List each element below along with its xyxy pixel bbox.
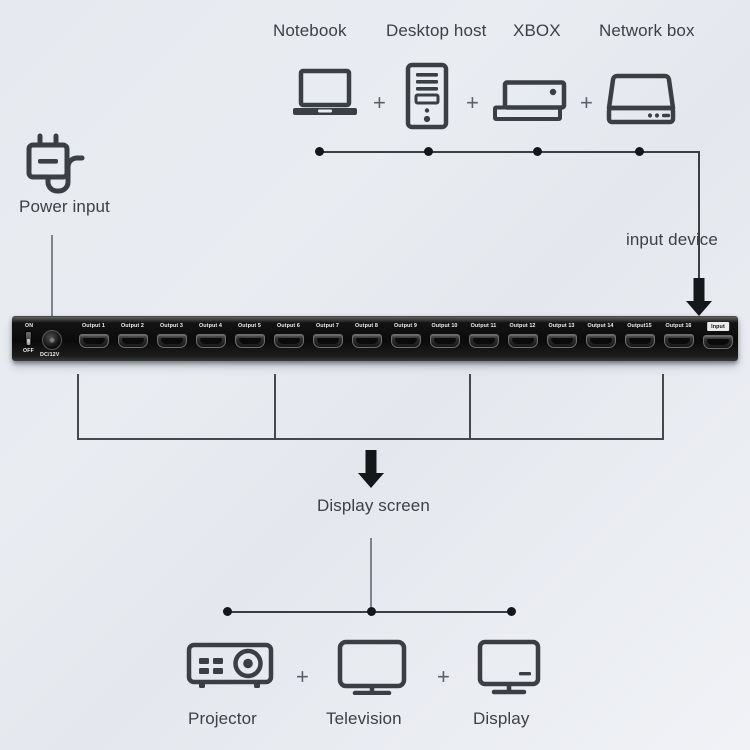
input-port[interactable]: Input xyxy=(698,317,738,361)
diagram-canvas: Notebook Desktop host XBOX Network box +… xyxy=(0,0,750,750)
bus-dot-xbox xyxy=(533,147,542,156)
output-port-12-label: Output 12 xyxy=(509,323,536,329)
hdmi-connector-10[interactable] xyxy=(429,334,460,348)
input-bus-drop-line xyxy=(698,151,700,282)
television-icon xyxy=(337,639,407,695)
output-label-television: Television xyxy=(326,709,402,728)
input-source-label-xbox: XBOX xyxy=(513,21,561,40)
output-port-15[interactable]: Output15 xyxy=(620,317,659,361)
bus-dot-display xyxy=(507,607,516,616)
bus-dot-notebook xyxy=(315,147,324,156)
output-port-3-label: Output 3 xyxy=(160,323,183,329)
power-input-label: Power input xyxy=(19,197,110,216)
network-box-icon xyxy=(606,72,676,126)
bracket-base-line xyxy=(77,438,664,440)
output-port-5[interactable]: Output 5 xyxy=(230,317,269,361)
hdmi-connector-9[interactable] xyxy=(390,334,421,348)
power-input-connector-line xyxy=(51,235,53,317)
output-port-11[interactable]: Output 11 xyxy=(464,317,503,361)
bus-dot-projector xyxy=(223,607,232,616)
output-port-13-label: Output 13 xyxy=(548,323,575,329)
bus-dot-desktop xyxy=(424,147,433,156)
switch-off-label: OFF xyxy=(23,348,34,354)
hdmi-connector-12[interactable] xyxy=(507,334,538,348)
hdmi-connector-11[interactable] xyxy=(468,334,499,348)
output-label-projector: Projector xyxy=(188,709,257,728)
hdmi-connector-2[interactable] xyxy=(117,334,148,348)
output-port-7[interactable]: Output 7 xyxy=(308,317,347,361)
bracket-tick-3 xyxy=(469,374,471,440)
display-screen-connector-line xyxy=(370,538,372,616)
output-port-1-label: Output 1 xyxy=(82,323,105,329)
output-port-3[interactable]: Output 3 xyxy=(152,317,191,361)
output-port-14-label: Output 14 xyxy=(587,323,614,329)
output-port-14[interactable]: Output 14 xyxy=(581,317,620,361)
plus-separator-4: + xyxy=(296,664,309,689)
hdmi-connector-1[interactable] xyxy=(78,334,109,348)
output-port-10[interactable]: Output 10 xyxy=(425,317,464,361)
plus-separator-1: + xyxy=(373,90,386,115)
bracket-tick-1 xyxy=(77,374,79,440)
plus-separator-5: + xyxy=(437,664,450,689)
output-port-8-label: Output 8 xyxy=(355,323,378,329)
game-console-icon xyxy=(493,80,567,122)
hdmi-connector-5[interactable] xyxy=(234,334,265,348)
output-port-6[interactable]: Output 6 xyxy=(269,317,308,361)
output-port-9[interactable]: Output 9 xyxy=(386,317,425,361)
dc-jack-label: DC/12V xyxy=(40,352,60,358)
output-port-11-label: Output 11 xyxy=(470,323,497,329)
hdmi-connector-16[interactable] xyxy=(663,334,694,348)
input-source-label-desktop-host: Desktop host xyxy=(386,21,487,40)
output-port-8[interactable]: Output 8 xyxy=(347,317,386,361)
bracket-tick-2 xyxy=(274,374,276,440)
plus-separator-3: + xyxy=(580,90,593,115)
output-label-display: Display xyxy=(473,709,530,728)
power-plug-icon xyxy=(22,130,100,196)
switch-on-label: ON xyxy=(25,323,34,329)
output-port-2-label: Output 2 xyxy=(121,323,144,329)
hdmi-connector-8[interactable] xyxy=(351,334,382,348)
arrow-down-icon-display xyxy=(358,450,384,488)
output-port-6-label: Output 6 xyxy=(277,323,300,329)
output-port-4[interactable]: Output 4 xyxy=(191,317,230,361)
output-port-16[interactable]: Output 16 xyxy=(659,317,698,361)
display-screen-label: Display screen xyxy=(317,496,430,515)
output-port-13[interactable]: Output 13 xyxy=(542,317,581,361)
desktop-tower-icon xyxy=(405,62,449,130)
hdmi-connector-4[interactable] xyxy=(195,334,226,348)
output-port-4-label: Output 4 xyxy=(199,323,222,329)
output-port-2[interactable]: Output 2 xyxy=(113,317,152,361)
output-port-12[interactable]: Output 12 xyxy=(503,317,542,361)
toggle-switch-icon[interactable] xyxy=(25,331,32,346)
hdmi-connector-7[interactable] xyxy=(312,334,343,348)
projector-icon xyxy=(186,642,274,692)
hdmi-connector-3[interactable] xyxy=(156,334,187,348)
input-port-label: Input xyxy=(707,322,729,331)
bus-dot-network-box xyxy=(635,147,644,156)
laptop-icon xyxy=(292,68,358,124)
hdmi-connector-14[interactable] xyxy=(585,334,616,348)
input-source-label-notebook: Notebook xyxy=(273,21,347,40)
bracket-tick-4 xyxy=(662,374,664,440)
plus-separator-2: + xyxy=(466,90,479,115)
bus-dot-television xyxy=(367,607,376,616)
dc-power-jack-icon[interactable] xyxy=(42,330,62,350)
monitor-icon xyxy=(477,639,541,695)
device-power-section: ON OFF DC/12V xyxy=(12,317,74,361)
output-port-1[interactable]: Output 1 xyxy=(74,317,113,361)
hdmi-splitter-device: ON OFF DC/12V Output 1 Output 2 Output 3… xyxy=(12,316,738,361)
output-port-10-label: Output 10 xyxy=(431,323,458,329)
hdmi-connector-input[interactable] xyxy=(703,335,733,349)
hdmi-connector-13[interactable] xyxy=(546,334,577,348)
arrow-down-icon-input xyxy=(686,278,712,316)
input-device-label: input device xyxy=(626,230,718,249)
input-source-label-network-box: Network box xyxy=(599,21,695,40)
output-port-16-label: Output 16 xyxy=(665,323,692,329)
hdmi-connector-15[interactable] xyxy=(624,334,655,348)
output-port-7-label: Output 7 xyxy=(316,323,339,329)
hdmi-connector-6[interactable] xyxy=(273,334,304,348)
output-port-9-label: Output 9 xyxy=(394,323,417,329)
output-port-5-label: Output 5 xyxy=(238,323,261,329)
output-port-15-label: Output15 xyxy=(627,323,652,329)
